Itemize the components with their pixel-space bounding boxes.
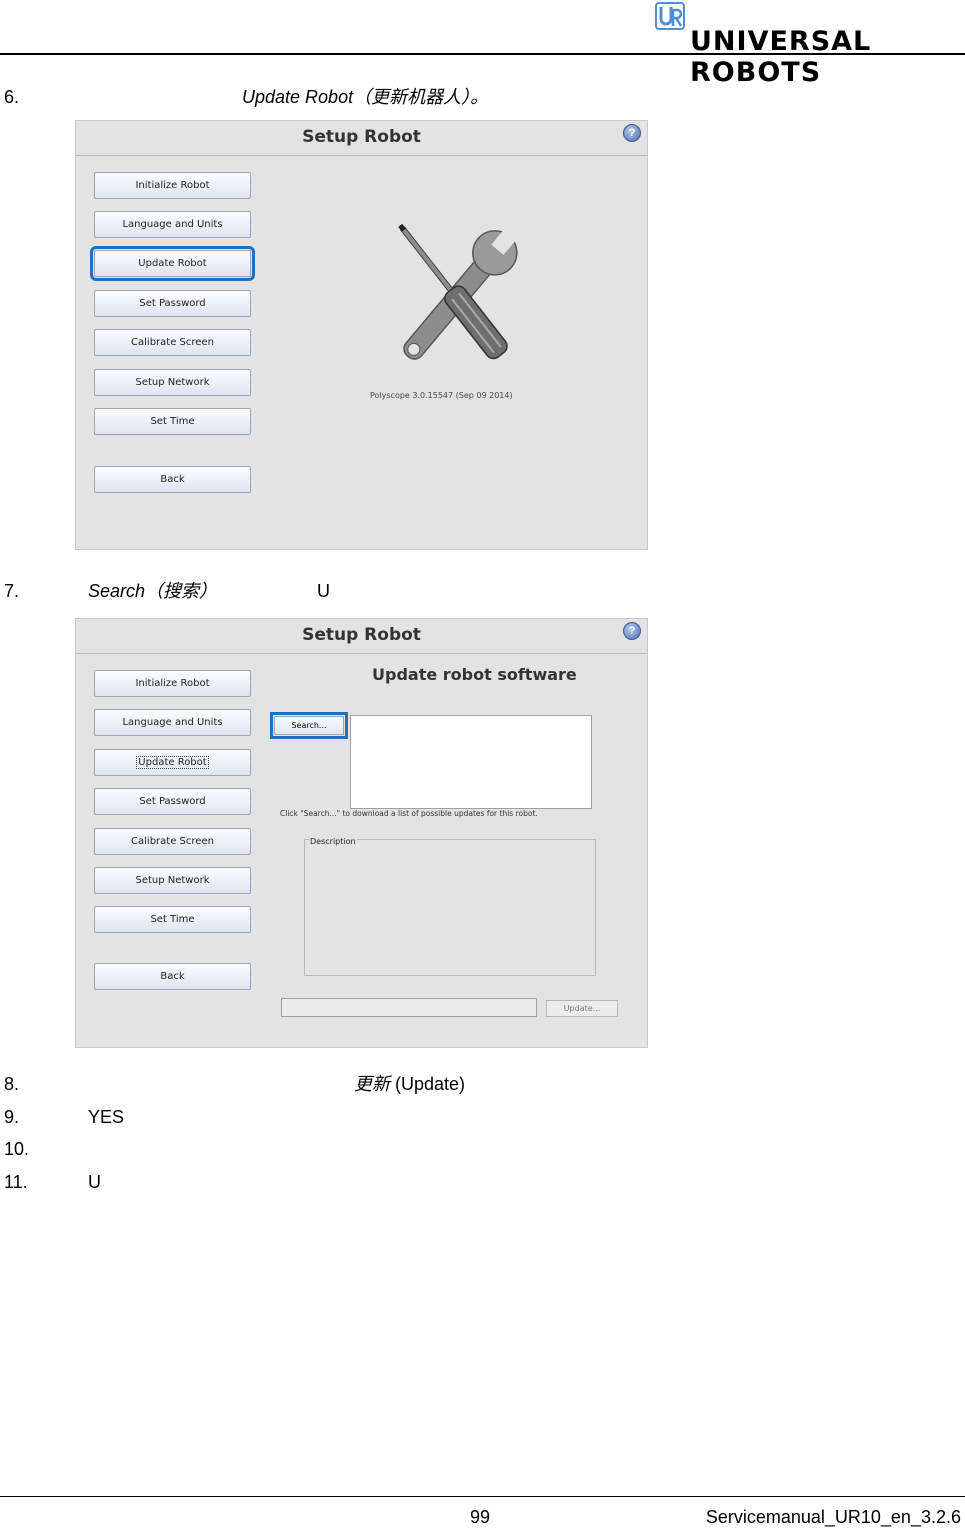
set-time-button[interactable]: Set Time: [94, 906, 251, 933]
set-time-button[interactable]: Set Time: [94, 408, 251, 435]
title-divider: [76, 155, 647, 156]
update-robot-button[interactable]: Update Robot: [94, 749, 251, 776]
search-button[interactable]: Search...: [270, 712, 348, 739]
calibrate-screen-button[interactable]: Calibrate Screen: [94, 329, 251, 356]
step-number: 6.: [4, 87, 20, 107]
page-header: UNIVERSAL ROBOTS: [0, 0, 965, 88]
document-id: Servicemanual_UR10_en_3.2.6: [705, 1507, 961, 1527]
update-robot-button[interactable]: Update Robot: [90, 246, 255, 281]
step-8: 8. 更新 (Update): [4, 1073, 465, 1095]
set-password-button[interactable]: Set Password: [94, 788, 251, 815]
calibrate-screen-button[interactable]: Calibrate Screen: [94, 828, 251, 855]
language-units-button[interactable]: Language and Units: [94, 709, 251, 736]
back-button[interactable]: Back: [94, 466, 251, 493]
step-tail: U: [317, 581, 331, 601]
update-heading: Update robot software: [372, 665, 577, 684]
setup-network-button[interactable]: Setup Network: [94, 369, 251, 396]
step-text: Update Robot（更新机器人）。: [242, 87, 489, 107]
update-button[interactable]: Update...: [546, 1000, 618, 1017]
updates-list[interactable]: [350, 715, 592, 809]
initialize-robot-button[interactable]: Initialize Robot: [94, 670, 251, 697]
header-divider: [0, 53, 965, 55]
step-number: 10.: [4, 1139, 30, 1159]
brand-name: UNIVERSAL ROBOTS: [690, 26, 872, 88]
step-10: 10.: [4, 1138, 88, 1160]
help-icon[interactable]: ?: [623, 622, 641, 640]
step-text: U: [88, 1172, 101, 1192]
ur-logo-icon: [655, 2, 685, 30]
step-11: 11. U: [4, 1171, 101, 1193]
progress-bar: [281, 998, 537, 1017]
step-9: 9. YES: [4, 1106, 124, 1128]
description-label: Description: [309, 837, 357, 846]
title-divider: [76, 653, 647, 654]
step-number: 11.: [4, 1172, 28, 1192]
page-number: 99: [470, 1507, 491, 1527]
update-software-screen: Setup Robot ? Initialize Robot Language …: [75, 618, 648, 1048]
help-icon[interactable]: ?: [623, 124, 641, 142]
language-units-button[interactable]: Language and Units: [94, 211, 251, 238]
set-password-button[interactable]: Set Password: [94, 290, 251, 317]
footer-divider: [0, 1496, 965, 1497]
screen-title: Setup Robot: [302, 625, 421, 645]
button-label: Update Robot: [136, 756, 209, 769]
setup-network-button[interactable]: Setup Network: [94, 867, 251, 894]
step-tail: (Update): [390, 1074, 466, 1094]
step-text: 更新: [354, 1074, 390, 1094]
step-text: YES: [88, 1107, 125, 1127]
back-button[interactable]: Back: [94, 963, 251, 990]
setup-robot-screen: Setup Robot ? Initialize Robot Language …: [75, 120, 648, 550]
step-text: Search（搜索）: [88, 581, 218, 601]
search-hint: Click "Search..." to download a list of …: [280, 809, 538, 818]
step-7: 7. Search（搜索） U: [4, 580, 330, 602]
step-number: 9.: [4, 1107, 20, 1127]
screen-title: Setup Robot: [302, 127, 421, 147]
step-6: 6. Update Robot（更新机器人）。: [4, 86, 488, 108]
initialize-robot-button[interactable]: Initialize Robot: [94, 172, 251, 199]
wrench-screwdriver-icon: [398, 223, 518, 360]
step-number: 8.: [4, 1074, 20, 1094]
version-label: Polyscope 3.0.15547 (Sep 09 2014): [370, 391, 513, 400]
description-box: Description: [304, 837, 596, 976]
step-number: 7.: [4, 581, 20, 601]
